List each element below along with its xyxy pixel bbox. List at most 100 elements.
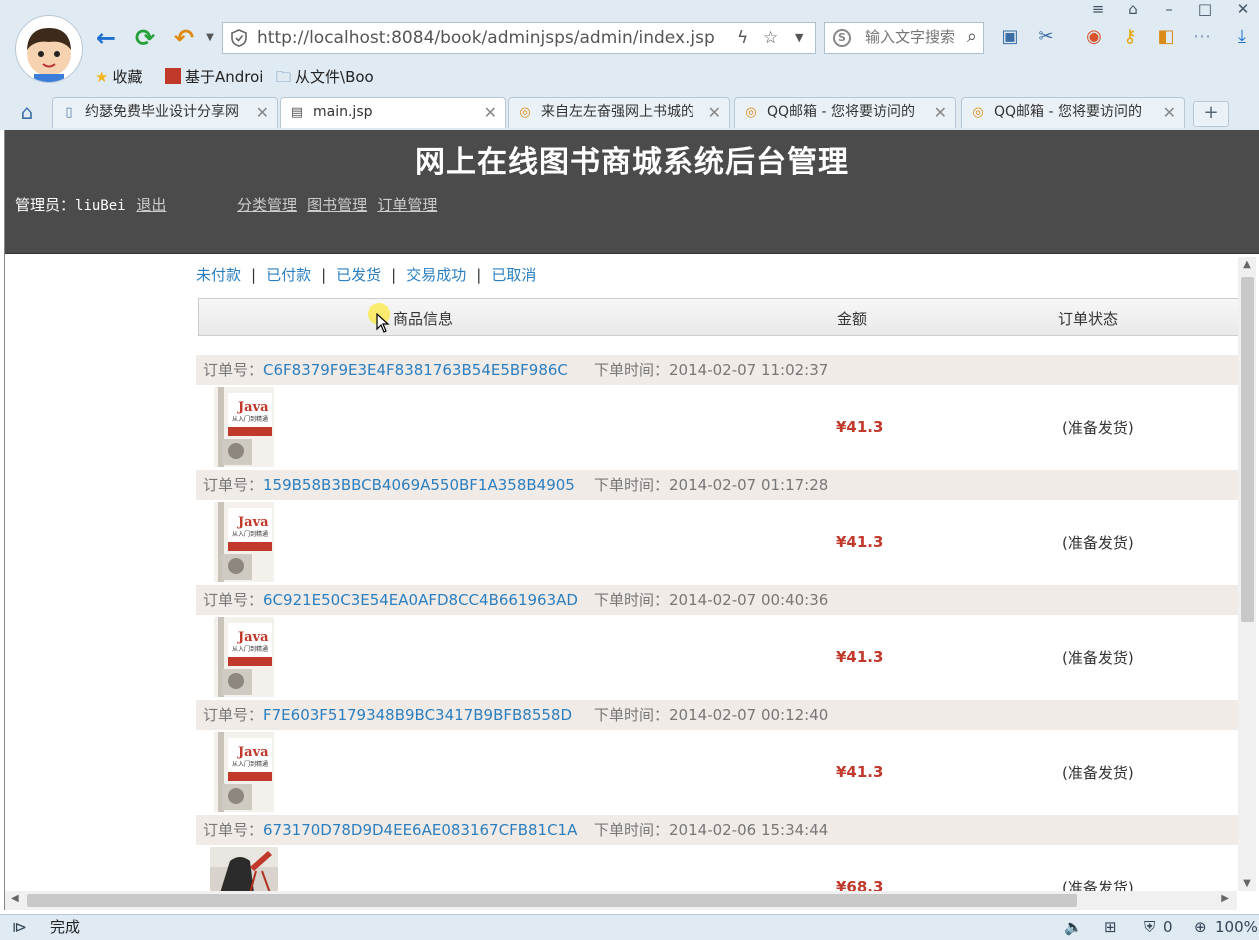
lightning-icon[interactable]: ϟ	[737, 23, 748, 53]
order-time: 下单时间：2014-02-06 15:34:44	[594, 815, 828, 845]
magnifier-icon[interactable]: ⌕	[967, 26, 977, 47]
order-time: 下单时间：2014-02-07 00:12:40	[594, 700, 828, 730]
undo-icon[interactable]: ↶	[170, 24, 198, 52]
zoom-icon[interactable]: ⊕	[1194, 915, 1207, 939]
bookmark-item[interactable]: 基于Androi	[165, 66, 263, 88]
weibo-icon[interactable]: ◉	[1082, 25, 1106, 49]
close-tab-icon[interactable]: ✕	[256, 98, 269, 127]
scrollbar-thumb[interactable]	[1241, 277, 1254, 622]
maximize-icon[interactable]: □	[1192, 0, 1218, 18]
browser-tab-active[interactable]: ▤ main.jsp ✕	[280, 97, 506, 128]
close-tab-icon[interactable]: ✕	[708, 98, 721, 127]
order-number-label: 订单号：	[203, 821, 264, 839]
order-number: 订单号：F7E603F5179348B9BC3417B9BFB8558D	[203, 700, 572, 730]
chevron-down-icon[interactable]: ▼	[196, 24, 224, 52]
book-cover-java[interactable]: Java 从入门到精通	[214, 502, 274, 582]
vertical-scrollbar[interactable]: ▲ ▼	[1238, 257, 1256, 891]
search-input[interactable]	[865, 28, 959, 46]
order-time-value: 2014-02-06 15:34:44	[669, 821, 829, 839]
filter-cancelled[interactable]: 已取消	[491, 266, 536, 284]
logout-link[interactable]: 退出	[136, 196, 166, 214]
header-amount: 金额	[837, 310, 868, 328]
book-subtitle-text: 从入门到精通	[232, 760, 268, 768]
scroll-up-arrow-icon[interactable]: ▲	[1238, 259, 1256, 270]
book-cover-java[interactable]: Java 从入门到精通	[214, 387, 274, 467]
page-title: 网上在线图书商城系统后台管理	[415, 145, 849, 180]
filter-unpaid[interactable]: 未付款	[196, 266, 241, 284]
filter-completed[interactable]: 交易成功	[406, 266, 466, 284]
filter-paid[interactable]: 已付款	[266, 266, 311, 284]
extension-icon[interactable]: ◧	[1154, 25, 1178, 49]
order-id-link[interactable]: F7E603F5179348B9BC3417B9BFB8558D	[263, 706, 572, 724]
back-arrow-icon[interactable]: ←	[92, 24, 120, 52]
scroll-down-arrow-icon[interactable]: ▼	[1238, 878, 1256, 889]
menu-icon[interactable]: ≡	[1085, 0, 1111, 18]
chevron-down-icon[interactable]: ▼	[795, 23, 803, 53]
order-time-label: 下单时间：	[594, 706, 670, 724]
book-cover-java[interactable]: Java 从入门到精通	[214, 732, 274, 812]
menu-book-management[interactable]: 图书管理	[307, 196, 367, 214]
order-id-link[interactable]: C6F8379F9E3E4F8381763B54E5BF986C	[263, 361, 568, 379]
browser-tab[interactable]: ◎ 来自左左奋强网上书城的 ✕	[508, 97, 730, 128]
menu-order-management[interactable]: 订单管理	[377, 196, 437, 214]
home-icon[interactable]: ⌂	[14, 99, 40, 125]
close-window-icon[interactable]: ✕	[1230, 0, 1256, 18]
order-time-label: 下单时间：	[594, 591, 670, 609]
order-time: 下单时间：2014-02-07 11:02:37	[594, 355, 828, 385]
network-icon[interactable]: ⊞	[1104, 915, 1117, 939]
user-avatar[interactable]	[15, 15, 83, 83]
order-header-row: 订单号：159B58B3BBCB4069A550BF1A358B4905 下单时间…	[196, 470, 1242, 500]
close-tab-icon[interactable]: ✕	[1163, 98, 1176, 127]
scrollbar-thumb[interactable]	[27, 894, 1077, 907]
search-box[interactable]: S ⌕	[824, 22, 984, 54]
browser-tab[interactable]: ◎ QQ邮箱 - 您将要访问的 ✕	[961, 97, 1185, 128]
browser-tab[interactable]: ▯ 约瑟免费毕业设计分享网 ✕	[52, 97, 278, 128]
filter-shipped[interactable]: 已发货	[336, 266, 381, 284]
key-icon[interactable]: ⚷	[1118, 25, 1142, 49]
adblock-icon[interactable]: ⛨	[1144, 915, 1155, 939]
sidebar-toggle-icon[interactable]: ⧐	[12, 915, 27, 939]
speaker-icon[interactable]: 🔈	[1064, 915, 1083, 939]
skin-icon[interactable]: ⌂	[1120, 0, 1146, 18]
new-tab-button[interactable]: +	[1193, 101, 1229, 127]
bookmark-item[interactable]: ★ 收藏	[95, 66, 142, 88]
more-icon[interactable]: ⋯	[1190, 25, 1214, 49]
browser-tab[interactable]: ◎ QQ邮箱 - 您将要访问的 ✕	[734, 97, 956, 128]
close-tab-icon[interactable]: ✕	[484, 98, 497, 127]
screenshot-icon[interactable]: ▣	[998, 25, 1022, 49]
zoom-level[interactable]: 100%	[1215, 915, 1258, 939]
order-id-link[interactable]: 6C921E50C3E54EA0AFD8CC4B661963AD	[263, 591, 578, 609]
tab-label: main.jsp	[313, 104, 373, 120]
scroll-left-arrow-icon[interactable]: ◀	[11, 893, 19, 904]
order-time-value: 2014-02-07 00:40:36	[669, 591, 829, 609]
order-header-row: 订单号：6C921E50C3E54EA0AFD8CC4B661963AD 下单时间…	[196, 585, 1242, 615]
bookmark-item[interactable]: 🗀 从文件\Boo	[276, 66, 374, 88]
mouse-cursor-icon	[368, 303, 396, 333]
refresh-icon[interactable]: ⟳	[131, 24, 159, 52]
order-number-label: 订单号：	[203, 476, 264, 494]
order-price: ¥41.3	[836, 418, 884, 436]
horizontal-scrollbar[interactable]: ◀ ▶	[4, 891, 1237, 910]
address-bar[interactable]: http://localhost:8084/book/adminjsps/adm…	[222, 22, 816, 54]
close-tab-icon[interactable]: ✕	[934, 98, 947, 127]
download-icon[interactable]: ⤓	[1230, 25, 1254, 49]
book-cover-java[interactable]: Java 从入门到精通	[214, 617, 274, 697]
book-cover-photo[interactable]	[210, 847, 278, 891]
minimize-icon[interactable]: –	[1156, 0, 1182, 18]
order-header-row: 订单号：673170D78D9D4EE6AE083167CFB81C1A 下单时间…	[196, 815, 1242, 845]
scroll-right-arrow-icon[interactable]: ▶	[1221, 893, 1229, 904]
order-id-link[interactable]: 159B58B3BBCB4069A550BF1A358B4905	[263, 476, 575, 494]
book-subtitle-text: 从入门到精通	[232, 530, 268, 538]
url-path: /book/adminjsps/admin/index.jsp	[434, 28, 715, 48]
order-time-value: 2014-02-07 11:02:37	[669, 361, 829, 379]
menu-category-management[interactable]: 分类管理	[237, 196, 297, 214]
order-id-link[interactable]: 673170D78D9D4EE6AE083167CFB81C1A	[263, 821, 577, 839]
tab-label: QQ邮箱 - 您将要访问的	[767, 104, 915, 120]
order-status: (准备发货)	[1062, 764, 1134, 782]
order-price: ¥41.3	[836, 648, 884, 666]
tab-label: QQ邮箱 - 您将要访问的	[994, 104, 1142, 120]
star-outline-icon[interactable]: ☆	[763, 23, 778, 53]
scissors-icon[interactable]: ✂	[1034, 25, 1058, 49]
filter-separator: |	[251, 266, 257, 284]
chrome-logo-icon: ◎	[519, 105, 531, 120]
